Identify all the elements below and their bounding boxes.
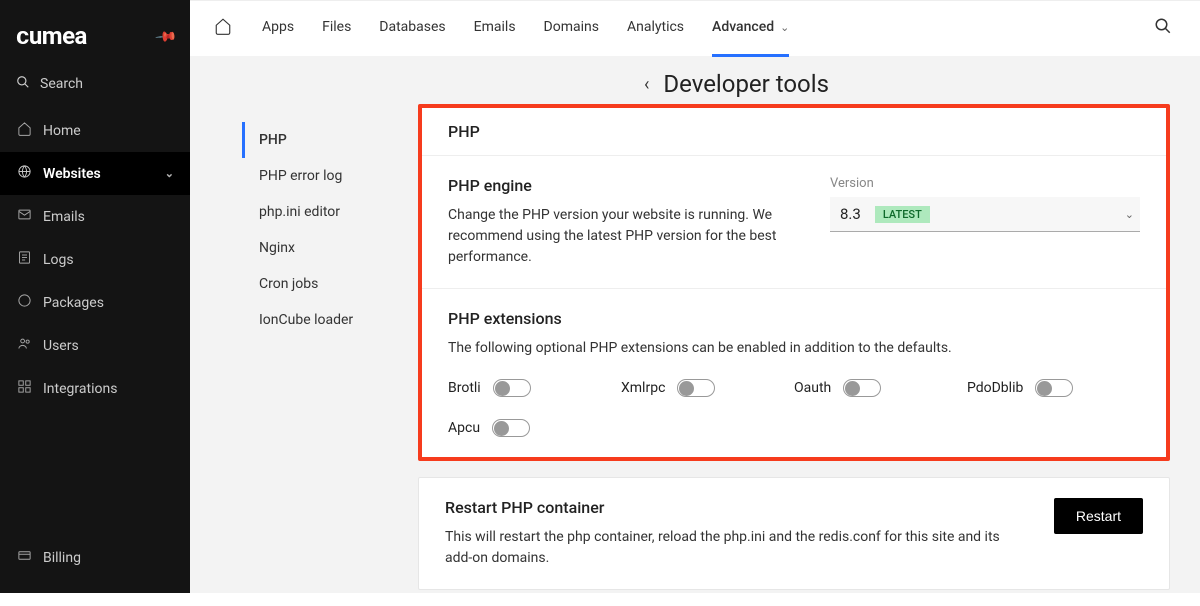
users-icon [16, 336, 32, 355]
sidebar-item-label: Integrations [43, 381, 117, 397]
subnav-item-nginx[interactable]: Nginx [242, 230, 418, 266]
tab-emails[interactable]: Emails [474, 1, 516, 57]
sidebar: ᴄumea 📌 Search Home Websites ⌄ [0, 0, 190, 593]
page-title: Developer tools [663, 70, 829, 98]
tab-advanced[interactable]: Advanced⌄ [712, 1, 789, 57]
restart-heading: Restart PHP container [445, 498, 1024, 517]
sidebar-item-label: Websites [43, 166, 101, 182]
restart-button[interactable]: Restart [1054, 498, 1143, 534]
home-icon [16, 121, 32, 140]
search-icon [16, 75, 30, 93]
search-icon[interactable] [1154, 17, 1172, 40]
extensions-desc: The following optional PHP extensions ca… [448, 338, 1140, 359]
back-button[interactable]: ‹ [644, 74, 649, 95]
tab-files[interactable]: Files [322, 1, 351, 57]
sidebar-item-billing[interactable]: Billing [0, 536, 190, 579]
sidebar-item-label: Logs [43, 252, 74, 268]
subnav: PHP PHP error log php.ini editor Nginx C… [218, 104, 418, 606]
chevron-down-icon: ⌄ [165, 167, 174, 180]
php-card: PHP PHP engine Change the PHP version yo… [418, 104, 1170, 461]
php-engine-desc: Change the PHP version your website is r… [448, 205, 790, 268]
sidebar-item-label: Home [43, 123, 81, 139]
ext-pdodblib: PdoDblib [967, 379, 1140, 397]
toggle-pdodblib[interactable] [1035, 379, 1073, 397]
logs-icon [16, 250, 32, 269]
sidebar-item-packages[interactable]: Packages [0, 281, 190, 324]
content-column: PHP PHP engine Change the PHP version yo… [418, 104, 1170, 606]
logo-row: ᴄumea 📌 [0, 0, 190, 65]
latest-badge: LATEST [875, 206, 930, 223]
section-header: ‹ Developer tools [190, 70, 1200, 104]
php-engine-heading: PHP engine [448, 176, 790, 195]
topbar: Apps Files Databases Emails Domains Anal… [190, 0, 1200, 56]
sidebar-item-logs[interactable]: Logs [0, 238, 190, 281]
tab-domains[interactable]: Domains [544, 1, 599, 57]
extensions-heading: PHP extensions [448, 309, 1140, 328]
packages-icon [16, 293, 32, 312]
tab-apps[interactable]: Apps [262, 1, 294, 57]
subnav-item-php-ini[interactable]: php.ini editor [242, 194, 418, 230]
sidebar-item-users[interactable]: Users [0, 324, 190, 367]
chevron-down-icon: ⌄ [780, 21, 789, 34]
sidebar-item-emails[interactable]: Emails [0, 195, 190, 238]
home-icon[interactable] [214, 17, 232, 40]
restart-desc: This will restart the php container, rel… [445, 527, 1024, 569]
ext-apcu: Apcu [448, 419, 621, 437]
chevron-down-icon: ⌄ [1125, 208, 1134, 221]
php-version-select[interactable]: 8.3 LATEST ⌄ [830, 197, 1140, 232]
php-engine-section: PHP engine Change the PHP version your w… [422, 156, 1166, 288]
subnav-item-ioncube[interactable]: IonCube loader [242, 302, 418, 338]
version-label: Version [830, 176, 1140, 191]
sidebar-item-integrations[interactable]: Integrations [0, 367, 190, 410]
brand-logo: ᴄumea [16, 22, 87, 51]
integrations-icon [16, 379, 32, 398]
pin-icon[interactable]: 📌 [153, 25, 177, 48]
subnav-item-cron[interactable]: Cron jobs [242, 266, 418, 302]
sidebar-bottom: Billing [0, 536, 190, 593]
sidebar-item-label: Packages [43, 295, 104, 311]
version-value: 8.3 [840, 205, 861, 223]
card-title: PHP [422, 108, 1166, 156]
sidebar-item-label: Users [43, 338, 79, 354]
sidebar-nav: Home Websites ⌄ Emails Logs [0, 109, 190, 536]
search-trigger[interactable]: Search [0, 65, 190, 109]
top-tabs: Apps Files Databases Emails Domains Anal… [262, 1, 789, 57]
sidebar-item-home[interactable]: Home [0, 109, 190, 152]
toggle-brotli[interactable] [493, 379, 531, 397]
tab-analytics[interactable]: Analytics [627, 1, 684, 57]
ext-oauth: Oauth [794, 379, 967, 397]
sidebar-item-label: Emails [43, 209, 85, 225]
ext-xmlrpc: Xmlrpc [621, 379, 794, 397]
billing-icon [16, 548, 32, 567]
subnav-item-php-error-log[interactable]: PHP error log [242, 158, 418, 194]
ext-brotli: Brotli [448, 379, 621, 397]
globe-icon [16, 164, 32, 183]
toggle-apcu[interactable] [492, 419, 530, 437]
mail-icon [16, 207, 32, 226]
php-extensions-section: PHP extensions The following optional PH… [422, 288, 1166, 457]
sidebar-item-websites[interactable]: Websites ⌄ [0, 152, 190, 195]
search-label: Search [40, 76, 83, 92]
main: Apps Files Databases Emails Domains Anal… [190, 0, 1200, 593]
toggle-oauth[interactable] [843, 379, 881, 397]
subnav-item-php[interactable]: PHP [242, 122, 418, 158]
restart-card: Restart PHP container This will restart … [418, 477, 1170, 590]
tab-databases[interactable]: Databases [379, 1, 445, 57]
toggle-xmlrpc[interactable] [677, 379, 715, 397]
sidebar-item-label: Billing [43, 550, 81, 566]
